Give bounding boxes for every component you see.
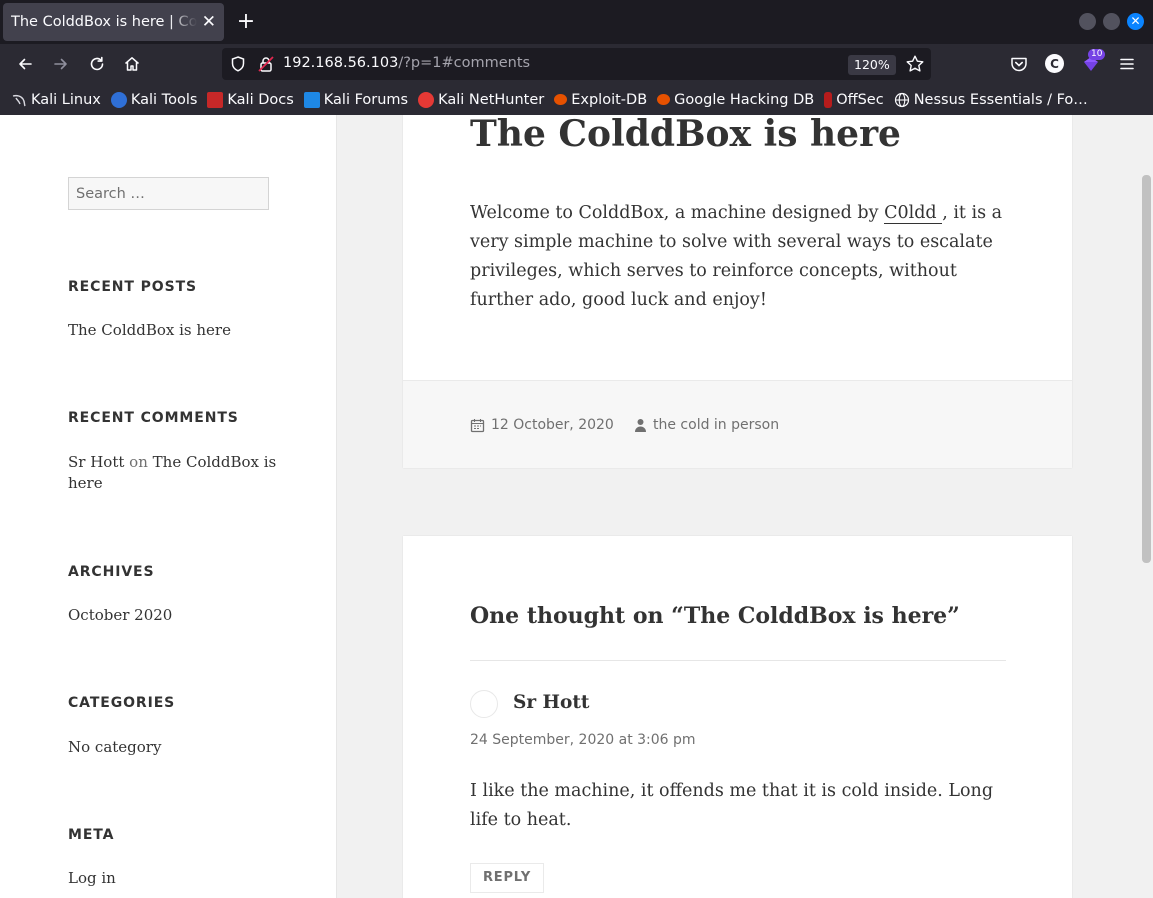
minimize-window-button[interactable]	[1079, 13, 1096, 30]
categories-title: CATEGORIES	[68, 695, 176, 711]
post-title[interactable]: The ColddBox is here	[470, 115, 901, 155]
reply-button[interactable]: REPLY	[470, 863, 544, 893]
bookmark-kali-docs[interactable]: Kali Docs	[207, 91, 294, 108]
close-window-button[interactable]: ✕	[1127, 13, 1144, 30]
sidebar: RECENT POSTS The ColddBox is here RECENT…	[0, 115, 337, 898]
recent-comments-title: RECENT COMMENTS	[68, 410, 239, 426]
kali-docs-icon	[207, 91, 224, 108]
page-scrollbar[interactable]	[1140, 115, 1153, 898]
comment-author: Sr Hott	[513, 692, 590, 713]
comments-divider	[470, 660, 1006, 661]
insecure-lock-icon[interactable]	[257, 55, 275, 73]
navigation-toolbar: 192.168.56.103/?p=1#comments 120% C 10	[0, 44, 1153, 84]
page-content: RECENT POSTS The ColddBox is here RECENT…	[0, 115, 1140, 898]
comments-title: One thought on “The ColddBox is here”	[470, 603, 960, 629]
maximize-window-button[interactable]	[1103, 13, 1120, 30]
bookmark-label: Kali Docs	[227, 91, 294, 108]
post-author[interactable]: the cold in person	[634, 417, 779, 433]
bookmark-label: OffSec	[836, 91, 884, 108]
calendar-icon	[470, 418, 485, 432]
bookmark-label: Nessus Essentials / Fo…	[913, 91, 1088, 108]
offsec-icon	[824, 91, 833, 108]
kali-tools-icon	[110, 91, 127, 108]
home-button[interactable]	[118, 50, 146, 78]
bookmark-nessus-essentials[interactable]: Nessus Essentials / Fo…	[894, 92, 1088, 108]
bookmark-kali-forums[interactable]: Kali Forums	[303, 91, 409, 108]
archive-link[interactable]: October 2020	[68, 605, 172, 626]
bookmark-offsec[interactable]: OffSec	[824, 91, 884, 108]
tracking-protection-shield-icon[interactable]	[229, 55, 247, 73]
close-tab-icon[interactable]: ✕	[202, 12, 216, 32]
browser-tab[interactable]: The ColddBox is here | ColddBox ✕	[3, 3, 224, 41]
bookmark-kali-tools[interactable]: Kali Tools	[110, 91, 198, 108]
scrollbar-thumb[interactable]	[1142, 175, 1151, 563]
search-input[interactable]	[68, 177, 269, 210]
recent-comment-item: Sr Hott on The ColddBox is here	[68, 452, 278, 494]
zoom-level-badge[interactable]: 120%	[848, 55, 896, 75]
comments-card	[403, 536, 1072, 898]
kali-dragon-icon	[11, 92, 27, 108]
comment-date-link[interactable]: 24 September, 2020 at 3:06 pm	[470, 732, 696, 748]
back-arrow-icon	[19, 58, 32, 70]
home-icon	[125, 57, 139, 71]
kali-nethunter-icon	[418, 91, 435, 108]
bookmark-label: Google Hacking DB	[674, 91, 815, 108]
new-tab-button[interactable]: +	[234, 10, 258, 34]
post-body-text: Welcome to ColddBox, a machine designed …	[470, 203, 885, 223]
comment-body: I like the machine, it offends me that i…	[470, 781, 994, 830]
globe-icon	[894, 92, 910, 108]
google-hacking-db-icon	[657, 94, 671, 105]
tab-bar: The ColddBox is here | ColddBox ✕ + ✕	[0, 0, 1153, 44]
hamburger-menu-icon[interactable]	[1117, 54, 1137, 74]
recent-posts-title: RECENT POSTS	[68, 279, 198, 295]
reload-icon	[90, 56, 104, 71]
login-link[interactable]: Log in	[68, 868, 116, 889]
bookmark-google-hacking-db[interactable]: Google Hacking DB	[657, 92, 814, 108]
url-host: 192.168.56.103	[283, 55, 399, 71]
author-profile-link[interactable]: C0ldd	[884, 203, 943, 224]
bookmark-label: Kali Linux	[31, 91, 101, 108]
account-avatar-icon[interactable]: C	[1045, 54, 1064, 73]
bookmarks-toolbar: Kali Linux Kali Tools Kali Docs Kali For…	[0, 84, 1153, 115]
post-date[interactable]: 12 October, 2020	[470, 417, 614, 433]
meta-title: META	[68, 827, 115, 843]
post-date-text: 12 October, 2020	[491, 417, 614, 433]
bookmark-kali-nethunter[interactable]: Kali NetHunter	[418, 91, 545, 108]
recent-comment-author-link[interactable]: Sr Hott	[68, 453, 124, 471]
archives-title: ARCHIVES	[68, 564, 155, 580]
bookmark-kali-linux[interactable]: Kali Linux	[11, 92, 101, 108]
category-item: No category	[68, 738, 162, 756]
exploit-db-icon	[554, 94, 568, 105]
post-author-text: the cold in person	[653, 417, 780, 433]
bookmark-label: Kali NetHunter	[438, 91, 545, 108]
bookmark-star-icon[interactable]	[905, 54, 925, 74]
bookmark-label: Exploit-DB	[571, 91, 648, 108]
bookmark-exploit-db[interactable]: Exploit-DB	[554, 92, 647, 108]
kali-forums-icon	[303, 91, 320, 108]
commenter-avatar	[470, 690, 498, 718]
url-text[interactable]: 192.168.56.103/?p=1#comments	[283, 55, 530, 71]
address-bar[interactable]: 192.168.56.103/?p=1#comments 120%	[222, 48, 931, 80]
person-icon	[635, 418, 646, 432]
bookmark-label: Kali Tools	[130, 91, 198, 108]
bookmark-label: Kali Forums	[323, 91, 409, 108]
extension-badge: 10	[1088, 49, 1106, 60]
pocket-icon[interactable]	[1009, 54, 1029, 74]
reload-button[interactable]	[83, 50, 111, 78]
recent-post-link[interactable]: The ColddBox is here	[68, 320, 231, 341]
recent-comment-on: on	[129, 453, 148, 471]
forward-button[interactable]	[47, 50, 75, 78]
tab-title: The ColddBox is here | ColddBox	[11, 14, 197, 30]
forward-arrow-icon	[54, 58, 67, 70]
back-button[interactable]	[11, 50, 39, 78]
post-body: Welcome to ColddBox, a machine designed …	[470, 199, 1007, 315]
url-path: /?p=1#comments	[398, 55, 531, 71]
